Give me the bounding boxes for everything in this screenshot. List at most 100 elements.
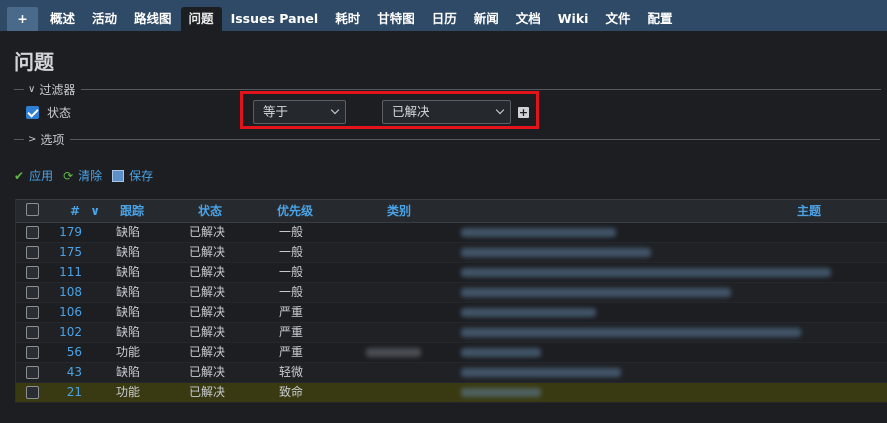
table-row[interactable]: 179 缺陷 已解决 一般 bbox=[16, 223, 887, 243]
issue-id-link[interactable]: 106 bbox=[56, 303, 82, 322]
column-header-priority[interactable]: 优先级 bbox=[277, 200, 313, 222]
sort-desc-icon: ∨ bbox=[90, 204, 100, 218]
chevron-right-icon[interactable]: > bbox=[28, 134, 36, 145]
redacted-text bbox=[461, 228, 616, 237]
table-row[interactable]: 106 缺陷 已解决 严重 bbox=[16, 303, 887, 323]
redacted-text bbox=[461, 308, 596, 317]
add-value-icon[interactable]: + bbox=[518, 107, 529, 118]
select-all-checkbox[interactable] bbox=[26, 203, 39, 222]
tracker-cell: 缺陷 bbox=[116, 305, 141, 319]
top-menu: + 概述 活动 路线图 问题 Issues Panel 耗时 甘特图 日历 新闻 文档 Wiki 文件配… bbox=[0, 0, 887, 31]
tracker-cell: 缺陷 bbox=[116, 225, 141, 239]
issue-id-link[interactable]: 56 bbox=[56, 343, 82, 362]
tab-13[interactable]: 配置 bbox=[639, 7, 680, 31]
redacted-text bbox=[461, 248, 651, 257]
tab-1[interactable]: 概述 bbox=[42, 7, 83, 31]
status-cell: 已解决 bbox=[189, 385, 226, 399]
chevron-down-icon bbox=[495, 105, 505, 115]
divider bbox=[14, 139, 24, 140]
tab-8[interactable]: 日历 bbox=[424, 7, 465, 31]
column-header-status[interactable]: 状态 bbox=[198, 200, 222, 222]
tab-2[interactable]: 活动 bbox=[84, 7, 125, 31]
filters-legend-label[interactable]: 过滤器 bbox=[39, 81, 75, 98]
chevron-down-icon[interactable]: ∨ bbox=[28, 84, 35, 95]
tracker-cell: 缺陷 bbox=[116, 325, 141, 339]
subject-link[interactable] bbox=[461, 343, 541, 362]
divider bbox=[81, 89, 882, 90]
subject-link[interactable] bbox=[461, 263, 831, 282]
table-row[interactable]: 111 缺陷 已解决 一般 bbox=[16, 263, 887, 283]
subject-link[interactable] bbox=[461, 323, 801, 342]
table-row[interactable]: 102 缺陷 已解决 严重 bbox=[16, 323, 887, 343]
new-item-tab[interactable]: + bbox=[7, 7, 38, 31]
chevron-down-icon bbox=[330, 105, 340, 115]
table-row[interactable]: 43 缺陷 已解决 轻微 bbox=[16, 363, 887, 383]
tracker-cell: 缺陷 bbox=[116, 265, 141, 279]
column-header-subject[interactable]: 主题 bbox=[797, 200, 821, 222]
options-legend[interactable]: > 选项 bbox=[14, 131, 881, 148]
query-actions: ✔ 应用 ⟳ 清除 保存 bbox=[14, 167, 163, 184]
column-header-tracker[interactable]: 跟踪 bbox=[120, 200, 144, 222]
table-body: 179 缺陷 已解决 一般 175 缺陷 已解决 一般 111 缺陷 已解决 一般 108 缺陷 已解决 一般… bbox=[16, 223, 887, 403]
table-row[interactable]: 175 缺陷 已解决 一般 bbox=[16, 243, 887, 263]
issue-id-link[interactable]: 43 bbox=[56, 363, 82, 382]
tracker-cell: 缺陷 bbox=[116, 245, 141, 259]
apply-label: 应用 bbox=[29, 169, 54, 183]
priority-cell: 致命 bbox=[279, 385, 304, 399]
priority-cell: 轻微 bbox=[279, 365, 304, 379]
row-checkbox[interactable] bbox=[26, 386, 39, 405]
save-icon bbox=[112, 169, 125, 182]
tab-6[interactable]: 耗时 bbox=[327, 7, 368, 31]
column-header-category[interactable]: 类别 bbox=[387, 200, 411, 222]
table-row[interactable]: 108 缺陷 已解决 一般 bbox=[16, 283, 887, 303]
subject-link[interactable] bbox=[461, 243, 651, 262]
status-cell: 已解决 bbox=[189, 365, 226, 379]
subject-link[interactable] bbox=[461, 363, 621, 382]
clear-button[interactable]: ⟳ 清除 bbox=[63, 167, 102, 184]
tab-5[interactable]: Issues Panel bbox=[223, 7, 327, 31]
apply-button[interactable]: ✔ 应用 bbox=[14, 167, 53, 184]
status-cell: 已解决 bbox=[189, 345, 226, 359]
tab-4[interactable]: 问题 bbox=[180, 7, 222, 31]
subject-link[interactable] bbox=[461, 383, 541, 402]
status-cell: 已解决 bbox=[189, 285, 226, 299]
tab-7[interactable]: 甘特图 bbox=[369, 7, 423, 31]
save-button[interactable]: 保存 bbox=[112, 167, 153, 184]
status-operator-value: 等于 bbox=[263, 104, 289, 119]
issue-id-link[interactable]: 21 bbox=[56, 383, 82, 402]
issue-id-link[interactable]: 102 bbox=[56, 323, 82, 342]
issue-id-link[interactable]: 179 bbox=[56, 223, 82, 242]
clear-label: 清除 bbox=[78, 169, 103, 183]
subject-link[interactable] bbox=[461, 303, 596, 322]
tracker-cell: 功能 bbox=[116, 345, 141, 359]
table-row[interactable]: 56 功能 已解决 严重 bbox=[16, 343, 887, 363]
priority-cell: 一般 bbox=[279, 285, 304, 299]
reload-icon: ⟳ bbox=[63, 168, 74, 183]
tracker-cell: 功能 bbox=[116, 385, 141, 399]
priority-cell: 严重 bbox=[279, 305, 304, 319]
divider bbox=[14, 89, 24, 90]
tracker-cell: 缺陷 bbox=[116, 285, 141, 299]
issue-id-link[interactable]: 108 bbox=[56, 283, 82, 302]
issue-id-link[interactable]: 175 bbox=[56, 243, 82, 262]
redacted-text bbox=[461, 288, 731, 297]
column-header-id[interactable]: # ∨ bbox=[70, 200, 100, 222]
tab-12[interactable]: 文件 bbox=[597, 7, 638, 31]
tab-9[interactable]: 新闻 bbox=[466, 7, 507, 31]
table-row[interactable]: 21 功能 已解决 致命 bbox=[16, 383, 887, 403]
redacted-text bbox=[366, 348, 421, 357]
tab-10[interactable]: 文档 bbox=[508, 7, 549, 31]
subject-link[interactable] bbox=[461, 223, 616, 242]
status-value-select[interactable]: 已解决 bbox=[382, 100, 511, 124]
status-operator-select[interactable]: 等于 bbox=[253, 100, 346, 124]
tab-11[interactable]: Wiki bbox=[550, 7, 597, 31]
tab-3[interactable]: 路线图 bbox=[126, 7, 180, 31]
redacted-text bbox=[461, 368, 621, 377]
tracker-cell: 缺陷 bbox=[116, 365, 141, 379]
issue-id-link[interactable]: 111 bbox=[56, 263, 82, 282]
redacted-text bbox=[461, 268, 831, 277]
subject-link[interactable] bbox=[461, 283, 731, 302]
status-filter-checkbox[interactable] bbox=[26, 106, 39, 119]
options-legend-label[interactable]: 选项 bbox=[40, 131, 64, 148]
redacted-text bbox=[461, 348, 541, 357]
